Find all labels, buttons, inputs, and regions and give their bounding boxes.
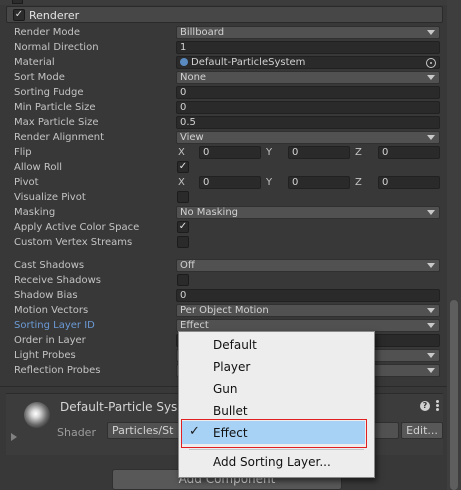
custom-data-partial-row [0,0,461,5]
sorting-fudge-field[interactable]: 0 [176,86,440,99]
chevron-down-icon [427,135,435,140]
popup-item-bullet[interactable]: Bullet [213,404,248,418]
visualize-pivot-checkbox[interactable] [177,191,189,203]
render-alignment-value: View [180,132,204,143]
chevron-down-icon [427,368,435,373]
shadow-bias-field[interactable]: 0 [176,289,440,302]
normal-direction-field[interactable]: 1 [176,41,440,54]
pivot-x-label: X [178,177,185,188]
pivot-z-label: Z [355,177,362,188]
flip-x-label: X [178,147,185,158]
chevron-down-icon [427,323,435,328]
custom-data-checkbox[interactable] [12,0,23,4]
allow-roll-label: Allow Roll [14,162,63,173]
more-options-icon[interactable] [436,400,440,412]
shadow-bias-label: Shadow Bias [14,290,78,301]
chevron-down-icon [427,263,435,268]
chevron-down-icon [427,30,435,35]
foldout-arrow-icon[interactable] [11,433,17,441]
custom-vertex-streams-checkbox[interactable] [177,236,189,248]
cast-shadows-label: Cast Shadows [14,260,85,271]
sorting-layer-id-label: Sorting Layer ID [14,320,95,331]
sort-mode-label: Sort Mode [14,72,65,83]
sorting-layer-popup-menu: Default Player Gun Bullet ✓ Effect Add S… [178,331,375,478]
sort-mode-value: None [180,72,207,83]
vertical-scrollbar[interactable] [447,0,461,490]
render-mode-label: Render Mode [14,27,81,38]
scrollbar-thumb[interactable] [450,300,458,490]
sorting-fudge-label: Sorting Fudge [14,87,84,98]
cast-shadows-value: Off [180,260,195,271]
masking-label: Masking [14,207,56,218]
motion-vectors-dropdown[interactable]: Per Object Motion [176,304,440,317]
render-mode-dropdown[interactable]: Billboard [176,26,440,39]
sorting-layer-id-value: Effect [180,320,209,331]
renderer-module-title: Renderer [29,9,80,22]
popup-item-add-sorting-layer[interactable]: Add Sorting Layer... [213,455,331,469]
pivot-y-field[interactable]: 0 [288,176,350,189]
render-alignment-label: Render Alignment [14,132,105,143]
material-value: Default-ParticleSystem [191,57,306,68]
render-mode-value: Billboard [180,27,225,38]
pivot-x-field[interactable]: 0 [199,176,261,189]
pivot-y-label: Y [266,177,273,188]
annotation-highlight-box [181,419,367,448]
object-picker-icon[interactable] [426,58,436,68]
normal-direction-label: Normal Direction [14,42,99,53]
light-probes-label: Light Probes [14,350,76,361]
min-particle-size-field[interactable]: 0 [176,101,440,114]
chevron-down-icon [427,210,435,215]
apply-active-color-space-checkbox[interactable]: ✓ [177,221,189,233]
visualize-pivot-label: Visualize Pivot [14,192,86,203]
help-icon[interactable]: ? [420,401,430,411]
pivot-z-field[interactable]: 0 [378,176,440,189]
masking-value: No Masking [180,207,238,218]
chevron-down-icon [427,353,435,358]
chevron-down-icon [427,75,435,80]
custom-vertex-streams-label: Custom Vertex Streams [14,237,133,248]
sort-mode-dropdown[interactable]: None [176,71,440,84]
apply-active-color-space-label: Apply Active Color Space [14,222,140,233]
motion-vectors-label: Motion Vectors [14,305,89,316]
pivot-label: Pivot [14,177,39,188]
allow-roll-checkbox[interactable]: ✓ [177,161,189,173]
order-in-layer-label: Order in Layer [14,335,86,346]
receive-shadows-label: Receive Shadows [14,275,101,286]
renderer-enabled-checkbox[interactable]: ✓ [13,9,25,21]
checkmark-icon: ✓ [189,424,200,439]
flip-y-label: Y [266,147,273,158]
motion-vectors-value: Per Object Motion [180,305,269,316]
flip-label: Flip [14,147,32,158]
flip-z-field[interactable]: 0 [378,146,440,159]
chevron-down-icon [427,308,435,313]
popup-item-effect[interactable]: Effect [213,426,248,440]
renderer-module-header[interactable]: ✓ Renderer [6,6,443,23]
render-alignment-dropdown[interactable]: View [176,131,440,144]
flip-z-label: Z [355,147,362,158]
material-name: Default-Particle Sys [60,400,178,414]
material-object-field[interactable]: Default-ParticleSystem [176,56,440,69]
edit-shader-button[interactable]: Edit... [401,422,443,439]
shader-label: Shader [57,426,96,439]
popup-item-gun[interactable]: Gun [213,382,238,396]
material-label: Material [14,57,55,68]
cast-shadows-dropdown[interactable]: Off [176,259,440,272]
max-particle-size-label: Max Particle Size [14,117,99,128]
popup-separator [189,449,364,450]
material-preview-sphere [24,402,50,428]
reflection-probes-label: Reflection Probes [14,365,101,376]
flip-y-field[interactable]: 0 [288,146,350,159]
flip-x-field[interactable]: 0 [199,146,261,159]
popup-item-default[interactable]: Default [213,338,257,352]
receive-shadows-checkbox[interactable] [177,274,189,286]
masking-dropdown[interactable]: No Masking [176,206,440,219]
min-particle-size-label: Min Particle Size [14,102,96,113]
max-particle-size-field[interactable]: 0.5 [176,116,440,129]
popup-item-player[interactable]: Player [213,360,250,374]
material-icon [180,58,188,66]
